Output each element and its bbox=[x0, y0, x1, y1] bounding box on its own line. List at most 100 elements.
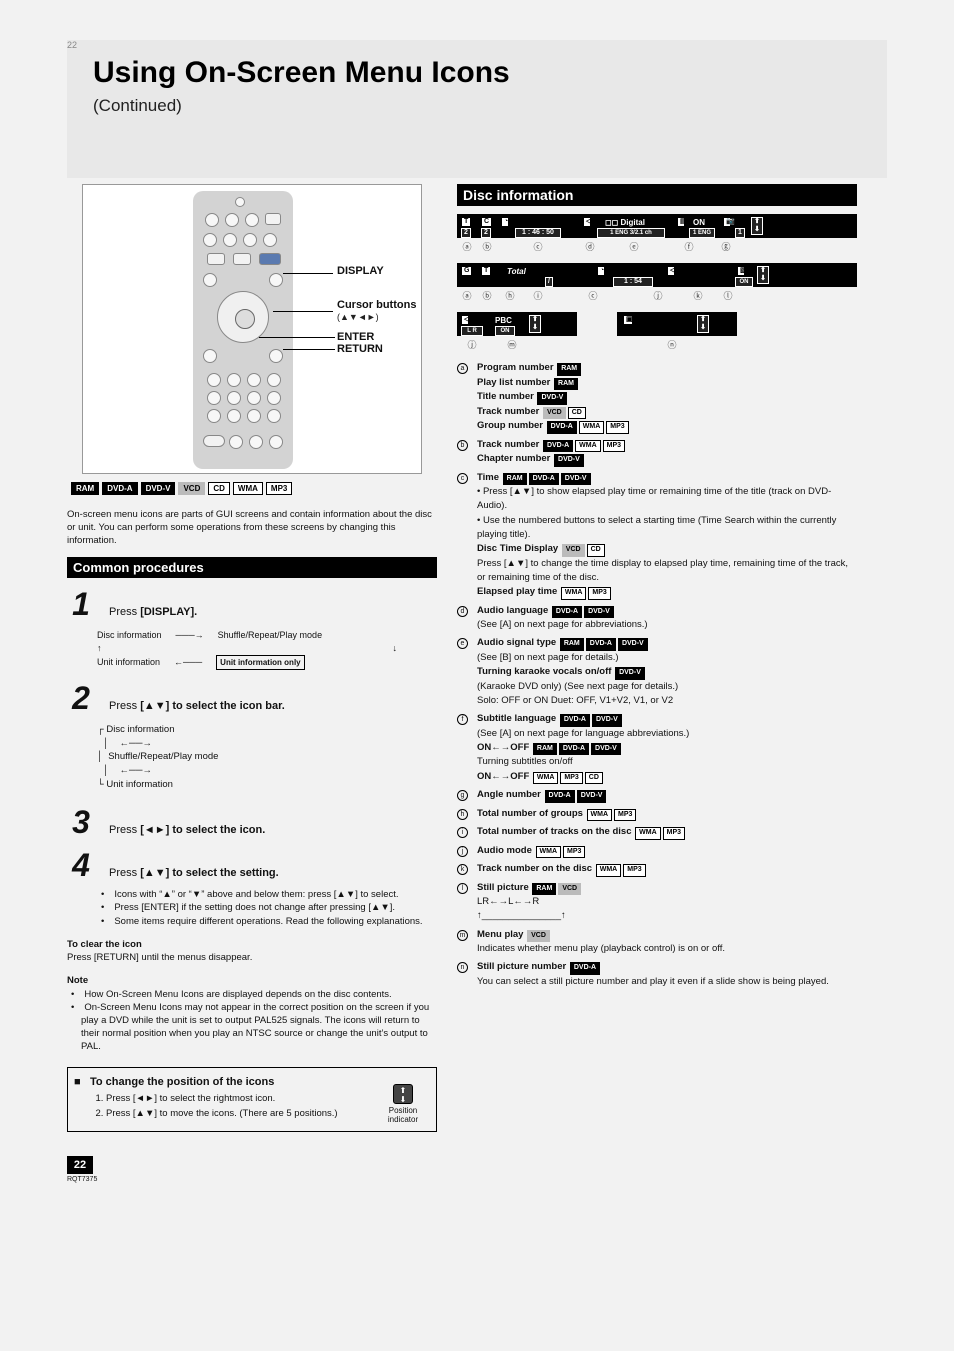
glossary-line: ON←→OFF RAMDVD-ADVD-V bbox=[477, 741, 857, 756]
glossary-line: Chapter number DVD-V bbox=[477, 452, 857, 467]
tag-mp3: MP3 bbox=[663, 827, 685, 840]
callout-line bbox=[259, 337, 335, 338]
tag-mp3: MP3 bbox=[623, 864, 645, 877]
glossary-row-c: cTime RAMDVD-ADVD-V• Press [▲▼] to show … bbox=[457, 471, 857, 600]
cursor-callout: Cursor buttons bbox=[337, 299, 416, 311]
rbtn bbox=[267, 409, 281, 423]
step-num-3: 3 bbox=[67, 804, 95, 841]
tag-dvd-a: DVD-A bbox=[560, 714, 590, 727]
tag-cd: CD bbox=[587, 544, 605, 557]
glossary-line: Audio signal type RAMDVD-ADVD-V bbox=[477, 636, 857, 651]
page-subtitle: (Continued) bbox=[93, 96, 867, 116]
glossary-line: ↑_______________↑ bbox=[477, 909, 857, 923]
glossary-body: Angle number DVD-ADVD-V bbox=[477, 788, 857, 803]
tag-mp3: MP3 bbox=[603, 440, 625, 453]
glossary-key: d bbox=[457, 604, 471, 633]
glossary-key: e bbox=[457, 636, 471, 708]
indicator-label: Position indicator bbox=[378, 1106, 428, 1124]
tag-mp3: MP3 bbox=[588, 587, 610, 600]
display-strip-2: G T Total / ◔ 1 : 54 ◁) ▧ ON ⬆⬇ bbox=[457, 263, 857, 287]
tag-mp3: MP3 bbox=[266, 482, 292, 495]
step-3: 3 Press [◄►] to select the icon. bbox=[67, 804, 437, 841]
disc-info-bar: Disc information bbox=[457, 184, 857, 206]
square-bullet-icon: ■ bbox=[74, 1076, 81, 1088]
strip1-wrapper: T 2 C 2 ◔ 1 : 46 : 50 ◁) ◻◻ Digital 1 EN… bbox=[457, 214, 857, 253]
footer: 22 RQT7375 bbox=[67, 1156, 887, 1183]
remote-illustration: DISPLAY Cursor buttons (▲▼◄►) ENTER RETU… bbox=[82, 184, 422, 474]
tag-dvd-v: DVD-V bbox=[591, 743, 621, 756]
display-strip-1: T 2 C 2 ◔ 1 : 46 : 50 ◁) ◻◻ Digital 1 EN… bbox=[457, 214, 857, 238]
step-1-body: Press [DISPLAY]. bbox=[109, 606, 437, 618]
tag-dvd-v: DVD-V bbox=[584, 606, 614, 619]
tag-cd: CD bbox=[585, 772, 603, 785]
glossary-row-b: bTrack number DVD-AWMAMP3Chapter number … bbox=[457, 438, 857, 467]
tag-vcd: VCD bbox=[543, 407, 566, 420]
glossary-row-m: mMenu play VCDIndicates whether menu pla… bbox=[457, 928, 857, 957]
s3-pbc: PBC bbox=[495, 316, 512, 325]
glossary-body: Still picture number DVD-AYou can select… bbox=[477, 960, 857, 989]
step-2: 2 Press [▲▼] to select the icon bar. bbox=[67, 680, 437, 717]
glossary-line: Track number VCDCD bbox=[477, 405, 857, 420]
rbtn bbox=[263, 233, 277, 247]
still-icon: ▧ bbox=[737, 266, 745, 276]
b1: Icons with “▲” or “▼” above and below th… bbox=[111, 888, 437, 902]
step-4: 4 Press [▲▼] to select the setting. bbox=[67, 847, 437, 884]
glossary-row-i: iTotal number of tracks on the disc WMAM… bbox=[457, 825, 857, 840]
tag-ram: RAM bbox=[71, 482, 99, 495]
disc-type-row: RAM DVD-A DVD-V VCD CD WMA MP3 bbox=[71, 482, 437, 495]
step-num-2: 2 bbox=[67, 680, 95, 717]
cursor-glyphs: (▲▼◄►) bbox=[337, 312, 379, 322]
glossary-body: Menu play VCDIndicates whether menu play… bbox=[477, 928, 857, 957]
glossary-row-h: hTotal number of groups WMAMP3 bbox=[457, 807, 857, 822]
s1-cv: 2 bbox=[481, 228, 491, 238]
s2-on: ON bbox=[735, 277, 753, 287]
audio-icon: ◁) bbox=[461, 315, 469, 325]
tag-ram: RAM bbox=[560, 638, 584, 651]
s1-c: C bbox=[481, 217, 492, 227]
tag-dvd-v: DVD-V bbox=[592, 714, 622, 727]
s1-sub2: 1 ENG bbox=[689, 228, 715, 238]
tag-wma: WMA bbox=[579, 421, 605, 434]
rbtn bbox=[225, 213, 239, 227]
glossary-row-l: lStill picture RAMVCDLR←→L←→R ↑_________… bbox=[457, 881, 857, 924]
pos-icon: ⬆⬇ bbox=[529, 315, 541, 333]
glossary-line: Subtitle language DVD-ADVD-V bbox=[477, 712, 857, 727]
tag-ram: RAM bbox=[503, 473, 527, 486]
clear-section: To clear the icon Press [RETURN] until t… bbox=[67, 939, 437, 965]
tag-vcd: VCD bbox=[527, 930, 550, 943]
display-button bbox=[269, 273, 283, 287]
two-column-layout: DISPLAY Cursor buttons (▲▼◄►) ENTER RETU… bbox=[67, 184, 887, 1132]
tag-dvd-v: DVD-V bbox=[537, 392, 567, 405]
glossary-line: Still picture number DVD-A bbox=[477, 960, 857, 975]
rbtn bbox=[247, 391, 261, 405]
glossary-line: (See [B] on next page for details.) bbox=[477, 651, 857, 665]
glossary-row-j: jAudio mode WMAMP3 bbox=[457, 844, 857, 859]
glossary-body: Program number RAMPlay list number RAMTi… bbox=[477, 361, 857, 434]
tag-wma: WMA bbox=[561, 587, 587, 600]
tag-dvd-a: DVD-A bbox=[552, 606, 582, 619]
tag-dvd-a: DVD-A bbox=[529, 473, 559, 486]
cycle-b: Shuffle/Repeat/Play mode bbox=[218, 629, 322, 642]
glossary-line: Title number DVD-V bbox=[477, 390, 857, 405]
tag-dvd-a: DVD-A bbox=[543, 440, 573, 453]
glossary-line: Play list number RAM bbox=[477, 376, 857, 391]
cycle-d: Unit information bbox=[97, 656, 160, 669]
step2-key: [▲▼] bbox=[140, 700, 172, 712]
s1-sub: ON bbox=[693, 218, 705, 227]
open-close-button bbox=[265, 213, 281, 225]
note-section: Note How On-Screen Menu Icons are displa… bbox=[67, 975, 437, 1054]
tag-dvd-a: DVD-A bbox=[586, 638, 616, 651]
display-strip-3b: ▣ ⬆⬇ bbox=[617, 312, 737, 336]
glossary-row-a: aProgram number RAMPlay list number RAMT… bbox=[457, 361, 857, 434]
tag-cd: CD bbox=[208, 482, 230, 495]
change-position-box: ■ To change the position of the icons Pr… bbox=[67, 1067, 437, 1132]
glossary-line: (See [A] on next page for abbreviations.… bbox=[477, 618, 857, 632]
tag-dvda: DVD-A bbox=[102, 482, 137, 495]
tag-ram: RAM bbox=[557, 363, 581, 376]
s2-g: G bbox=[461, 266, 472, 276]
right-column: Disc information T 2 C 2 ◔ 1 : 46 : 50 ◁… bbox=[457, 184, 857, 1132]
glossary-row-f: fSubtitle language DVD-ADVD-V(See [A] on… bbox=[457, 712, 857, 784]
glossary-key: i bbox=[457, 825, 471, 840]
tag-wma: WMA bbox=[587, 809, 613, 822]
step4-pre: Press bbox=[109, 867, 140, 879]
